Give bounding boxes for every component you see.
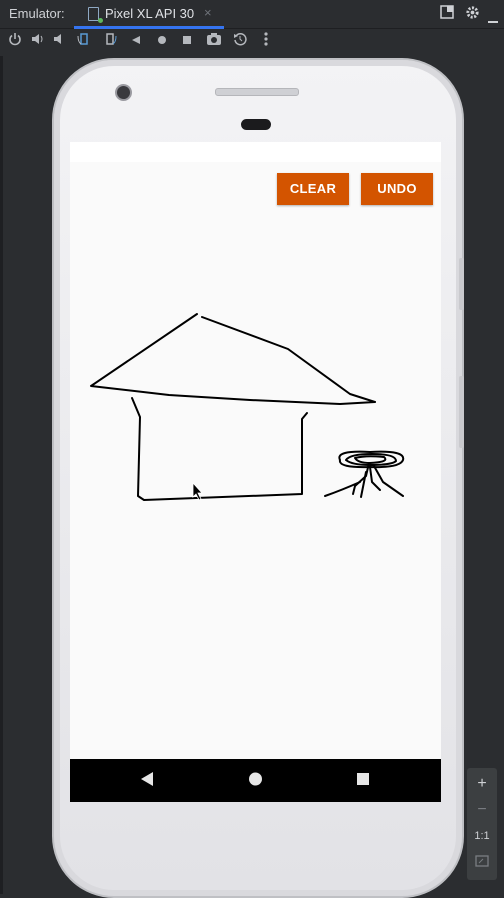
power-icon[interactable]: [6, 32, 24, 50]
camera-icon[interactable]: [205, 32, 223, 50]
volume-side-button[interactable]: [459, 376, 464, 448]
home-icon[interactable]: [153, 32, 171, 50]
device-tab[interactable]: Pixel XL API 30 ×: [74, 0, 224, 29]
emulator-label: Emulator:: [9, 6, 65, 21]
nav-back-icon[interactable]: [140, 771, 154, 792]
overview-icon[interactable]: [178, 32, 196, 50]
left-tool-strip: [0, 56, 3, 894]
stroke-tree-root-1: [369, 466, 381, 491]
device-icon: [88, 7, 103, 23]
rotate-right-icon[interactable]: [101, 32, 119, 50]
rotate-left-icon[interactable]: [75, 32, 93, 50]
nav-home-icon[interactable]: [248, 771, 263, 792]
snapshot-icon[interactable]: [231, 32, 249, 50]
close-tab-icon[interactable]: ×: [204, 5, 212, 20]
power-side-button[interactable]: [459, 258, 464, 310]
undo-button[interactable]: UNDO: [361, 173, 433, 205]
device-tab-label: Pixel XL API 30: [105, 6, 195, 21]
volume-down-icon[interactable]: [51, 32, 69, 50]
phone-screen: CLEAR UNDO: [70, 142, 441, 802]
layout-icon[interactable]: [440, 5, 454, 22]
back-icon[interactable]: [127, 32, 145, 50]
zoom-panel: + − 1:1: [467, 768, 497, 880]
zoom-actual-size-button[interactable]: 1:1: [467, 830, 497, 842]
speaker-grille: [215, 88, 299, 96]
zoom-out-button[interactable]: −: [467, 801, 497, 819]
stroke-tree-root-2: [373, 465, 404, 497]
stroke-house-body: [131, 397, 308, 501]
nav-recents-icon[interactable]: [356, 771, 370, 792]
clear-button[interactable]: CLEAR: [277, 173, 349, 205]
stroke-tree-canopy-3: [354, 455, 387, 464]
zoom-fit-icon[interactable]: [467, 854, 497, 872]
volume-up-icon[interactable]: [29, 32, 47, 50]
front-camera-icon: [115, 84, 132, 101]
settings-gear-icon[interactable]: [465, 5, 480, 23]
minimize-icon[interactable]: [488, 12, 498, 28]
more-icon[interactable]: [257, 32, 275, 50]
stroke-roof-right: [201, 316, 376, 403]
emulator-title-bar: Emulator: Pixel XL API 30 ×: [0, 0, 504, 29]
drawing-canvas[interactable]: [70, 142, 441, 759]
emulator-toolbar: [0, 29, 504, 55]
navigation-bar: [70, 759, 441, 802]
earpiece: [241, 119, 271, 130]
zoom-in-button[interactable]: +: [467, 775, 497, 793]
stroke-tree-root-4: [360, 471, 367, 498]
